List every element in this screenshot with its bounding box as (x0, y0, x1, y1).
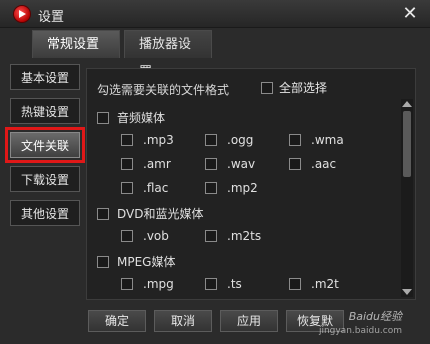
group-mpeg-label: MPEG媒体 (117, 255, 176, 269)
format-checkbox[interactable] (121, 230, 133, 242)
format-label: .wav (227, 157, 256, 171)
tab-general-settings[interactable]: 常规设置 (32, 30, 120, 58)
select-all-option[interactable]: 全部选择 (261, 79, 327, 96)
close-icon[interactable]: ✕ (400, 4, 420, 24)
format-item-mp3[interactable]: .mp3 (121, 133, 174, 147)
apply-button[interactable]: 应用 (220, 310, 278, 332)
format-item-flac[interactable]: .flac (121, 181, 168, 195)
format-item-vob[interactable]: .vob (121, 229, 169, 243)
sidebar-item-hotkeys[interactable]: 热键设置 (10, 98, 80, 124)
app-logo-icon (14, 6, 30, 22)
group-audio-checkbox[interactable] (97, 111, 109, 124)
select-all-label: 全部选择 (279, 81, 328, 95)
scrollbar-thumb[interactable] (403, 111, 411, 177)
scroll-up-icon[interactable] (402, 101, 412, 107)
panel-instruction: 勾选需要关联的文件格式 (97, 83, 230, 97)
format-label: .ogg (227, 133, 254, 147)
format-label: .m2ts (227, 229, 262, 243)
format-label: .vob (143, 229, 169, 243)
group-dvd-checkbox[interactable] (97, 207, 109, 220)
window-title: 设置 (38, 10, 65, 25)
format-item-wma[interactable]: .wma (289, 133, 344, 147)
tab-bar: 常规设置 播放器设置 (0, 28, 430, 80)
vertical-scrollbar[interactable] (401, 99, 413, 297)
format-checkbox[interactable] (121, 158, 133, 170)
sidebar-item-other[interactable]: 其他设置 (10, 200, 80, 226)
format-item-amr[interactable]: .amr (121, 157, 171, 171)
tab-player-settings[interactable]: 播放器设置 (124, 30, 212, 80)
format-checkbox[interactable] (121, 182, 133, 194)
format-checkbox[interactable] (289, 134, 301, 146)
cancel-button[interactable]: 取消 (154, 310, 212, 332)
format-checkbox[interactable] (289, 158, 301, 170)
group-mpeg-checkbox[interactable] (97, 255, 109, 268)
sidebar-item-download[interactable]: 下载设置 (10, 166, 80, 192)
group-audio-label: 音频媒体 (117, 111, 166, 125)
format-item-ogg[interactable]: .ogg (205, 133, 253, 147)
select-all-checkbox[interactable] (261, 81, 273, 94)
watermark-url: jingyan.baidu.com (318, 326, 402, 336)
format-item-mpg[interactable]: .mpg (121, 277, 174, 291)
format-label: .wma (311, 133, 344, 147)
format-item-wav[interactable]: .wav (205, 157, 255, 171)
format-label: .mp2 (227, 181, 258, 195)
group-audio[interactable]: 音频媒体 (97, 109, 165, 126)
format-checkbox[interactable] (289, 278, 301, 290)
format-item-m2ts[interactable]: .m2ts (205, 229, 261, 243)
group-dvd-bluray[interactable]: DVD和蓝光媒体 (97, 205, 203, 222)
ok-button[interactable]: 确定 (88, 310, 146, 332)
group-dvd-label: DVD和蓝光媒体 (117, 207, 204, 221)
sidebar: 基本设置 热键设置 文件关联 下载设置 其他设置 (5, 64, 85, 234)
format-label: .flac (143, 181, 169, 195)
sidebar-item-file-association[interactable]: 文件关联 (5, 127, 85, 163)
format-item-ts[interactable]: .ts (205, 277, 242, 291)
format-checkbox[interactable] (205, 182, 217, 194)
format-label: .mpg (143, 277, 174, 291)
scroll-down-icon[interactable] (402, 289, 412, 295)
title-bar: 设置 ✕ (0, 0, 430, 28)
format-label: .aac (311, 157, 337, 171)
format-checkbox[interactable] (205, 230, 217, 242)
format-item-mp2[interactable]: .mp2 (205, 181, 258, 195)
format-label: .ts (227, 277, 242, 291)
format-label: .m2t (311, 277, 339, 291)
format-checkbox[interactable] (205, 278, 217, 290)
sidebar-item-basic[interactable]: 基本设置 (10, 64, 80, 90)
format-checkbox[interactable] (205, 134, 217, 146)
format-label: .amr (143, 157, 171, 171)
format-item-aac[interactable]: .aac (289, 157, 336, 171)
watermark-brand: Baidu经验 (348, 310, 402, 323)
format-checkbox[interactable] (121, 134, 133, 146)
group-mpeg[interactable]: MPEG媒体 (97, 253, 175, 270)
format-label: .mp3 (143, 133, 174, 147)
format-item-m2t[interactable]: .m2t (289, 277, 339, 291)
file-association-panel: 勾选需要关联的文件格式 全部选择 音频媒体 .mp3 .ogg .wma .am… (86, 68, 416, 300)
format-list: 音频媒体 .mp3 .ogg .wma .amr .wav .aac .flac… (87, 101, 401, 297)
format-checkbox[interactable] (205, 158, 217, 170)
format-checkbox[interactable] (121, 278, 133, 290)
